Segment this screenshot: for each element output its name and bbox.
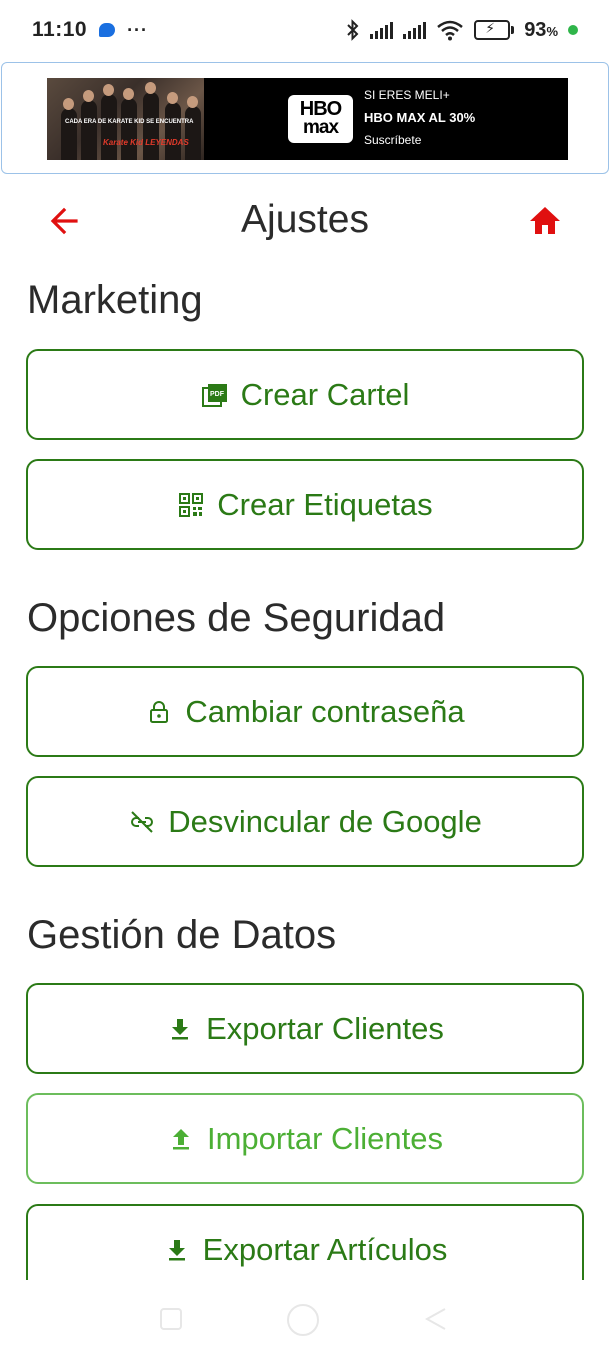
recent-apps-button[interactable] — [160, 1308, 182, 1330]
home-icon — [530, 207, 560, 234]
ad-film-logo: Karate Kid LEYENDAS — [103, 138, 189, 147]
import-clients-label: Importar Clientes — [206, 1120, 444, 1156]
import-clients-button[interactable]: Importar Clientes — [26, 1093, 584, 1184]
export-articles-label: Exportar Artículos — [202, 1231, 448, 1267]
home-button[interactable] — [527, 204, 563, 238]
link-off-icon — [128, 808, 156, 836]
change-password-label: Cambiar contraseña — [185, 693, 465, 729]
qr-code-icon — [177, 491, 205, 519]
ad-line1: SI ERES MELI+ — [364, 88, 450, 102]
ad-container: CADA ERA DE KARATE KID SE ENCUENTRA Kara… — [1, 62, 609, 174]
ad-tagline: CADA ERA DE KARATE KID SE ENCUENTRA — [65, 119, 194, 125]
section-title-data: Gestión de Datos — [27, 913, 337, 957]
download-icon — [163, 1236, 191, 1264]
home-nav-button[interactable] — [287, 1304, 319, 1336]
system-nav-bar — [0, 1280, 610, 1356]
ad-movie-image: CADA ERA DE KARATE KID SE ENCUENTRA Kara… — [47, 78, 204, 160]
wifi-icon — [436, 19, 464, 41]
hbo-max-logo: HBO max — [288, 95, 353, 143]
export-clients-label: Exportar Clientes — [206, 1010, 444, 1046]
section-title-security: Opciones de Seguridad — [27, 596, 446, 640]
status-time: 11:10 — [32, 18, 88, 41]
lock-icon — [145, 698, 173, 726]
ad-copy: SI ERES MELI+ HBO MAX AL 30% Suscríbete — [364, 88, 475, 147]
message-notification-icon — [99, 23, 116, 37]
pdf-icon: PDF — [201, 381, 229, 409]
create-labels-button[interactable]: Crear Etiquetas — [26, 459, 584, 550]
export-clients-button[interactable]: Exportar Clientes — [26, 983, 584, 1074]
create-poster-label: Crear Cartel — [240, 376, 410, 412]
download-icon — [166, 1015, 194, 1043]
app-header: Ajustes — [0, 190, 610, 252]
scroll-clip: Exportar Artículos — [0, 1190, 610, 1280]
ad-banner[interactable]: CADA ERA DE KARATE KID SE ENCUENTRA Kara… — [47, 78, 568, 160]
signal-icon-2 — [403, 21, 427, 39]
status-bar: 11:10 ··· ⚡ 93% — [0, 0, 610, 60]
svg-text:PDF: PDF — [210, 391, 225, 398]
create-poster-button[interactable]: PDF Crear Cartel — [26, 349, 584, 440]
create-labels-label: Crear Etiquetas — [217, 486, 433, 522]
export-articles-button[interactable]: Exportar Artículos — [26, 1204, 584, 1280]
signal-icon — [370, 21, 394, 39]
back-nav-button[interactable] — [424, 1306, 448, 1332]
ad-line2: HBO MAX AL 30% — [364, 110, 476, 125]
battery-percent: 93% — [524, 18, 558, 41]
unlink-google-label: Desvincular de Google — [168, 803, 482, 839]
more-notifications-icon: ··· — [127, 19, 149, 40]
page-title: Ajustes — [241, 198, 369, 241]
unlink-google-button[interactable]: Desvincular de Google — [26, 776, 584, 867]
privacy-indicator-dot — [568, 25, 578, 35]
change-password-button[interactable]: Cambiar contraseña — [26, 666, 584, 757]
ad-subscribe-link[interactable]: Suscríbete — [364, 133, 475, 147]
upload-icon — [167, 1125, 195, 1153]
section-title-marketing: Marketing — [27, 278, 203, 322]
bluetooth-icon — [346, 19, 360, 41]
battery-icon: ⚡ — [474, 20, 515, 40]
